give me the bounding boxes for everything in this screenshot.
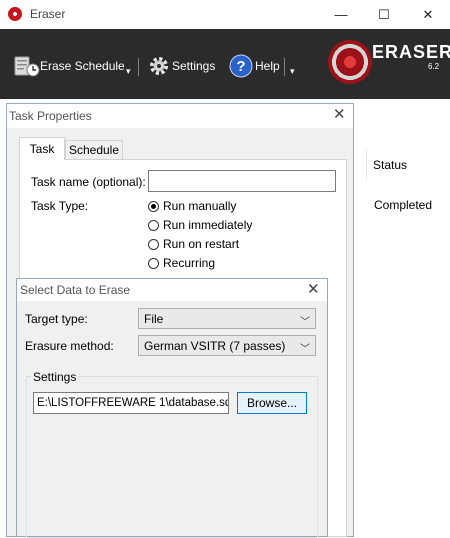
target-type-label: Target type: xyxy=(25,312,88,326)
eraser-logo-version: 6.2 xyxy=(428,62,440,71)
task-dialog-titlebar: Task Properties ✕ xyxy=(7,104,353,128)
erasure-method-label: Erasure method: xyxy=(25,339,114,353)
maximize-button[interactable]: ☐ xyxy=(361,0,407,29)
task-type-label: Task Type: xyxy=(31,199,89,213)
help-label: Help xyxy=(255,59,280,73)
radio-label: Recurring xyxy=(163,256,216,270)
radio-selected-icon[interactable] xyxy=(148,200,159,212)
target-type-value: File xyxy=(144,311,164,326)
erase-schedule-icon xyxy=(14,56,40,77)
erasure-method-select[interactable]: German VSITR (7 passes) ﹀ xyxy=(138,335,316,356)
data-dialog-title: Select Data to Erase xyxy=(20,283,131,297)
toolbar-separator xyxy=(284,58,285,76)
main-titlebar: Eraser — ☐ ✕ xyxy=(0,0,450,29)
status-column-header[interactable]: Status xyxy=(373,158,407,172)
task-name-label: Task name (optional): xyxy=(31,175,146,189)
radio-label: Run immediately xyxy=(163,218,253,232)
tab-task[interactable]: Task xyxy=(19,137,65,160)
help-button[interactable]: ? Help xyxy=(229,54,280,78)
data-dialog-close-icon[interactable]: ✕ xyxy=(307,280,320,298)
settings-button[interactable]: Settings xyxy=(147,54,215,78)
erase-schedule-button[interactable]: Erase Schedule xyxy=(14,54,125,78)
erase-schedule-label: Erase Schedule xyxy=(40,59,125,73)
radio-label: Run on restart xyxy=(163,237,240,251)
toolbar-separator xyxy=(138,58,139,76)
radio-run-on-restart[interactable]: Run on restart xyxy=(148,237,239,251)
data-dialog-titlebar: Select Data to Erase ✕ xyxy=(17,279,327,301)
task-name-input[interactable] xyxy=(148,170,336,192)
column-divider xyxy=(366,150,367,180)
radio-run-manually[interactable]: Run manually xyxy=(148,199,236,213)
radio-label: Run manually xyxy=(163,199,237,213)
close-window-button[interactable]: ✕ xyxy=(405,0,450,29)
chevron-down-icon: ﹀ xyxy=(300,317,310,328)
task-status-value: Completed xyxy=(374,198,433,212)
settings-group-label: Settings xyxy=(31,370,79,384)
radio-icon[interactable] xyxy=(148,257,159,269)
minimize-button[interactable]: — xyxy=(318,0,364,29)
file-path-input[interactable]: E:\LISTOFFREEWARE 1\database.sqlite xyxy=(33,392,229,414)
select-data-dialog: Select Data to Erase ✕ Target type: File… xyxy=(16,278,328,538)
settings-label: Settings xyxy=(172,59,216,73)
browse-button[interactable]: Browse... xyxy=(237,392,307,414)
tab-schedule[interactable]: Schedule xyxy=(65,140,123,160)
gear-icon xyxy=(150,57,168,75)
erase-schedule-dropdown-icon[interactable]: ▾ xyxy=(126,66,131,77)
help-icon: ? xyxy=(229,54,253,78)
help-dropdown-icon[interactable]: ▾ xyxy=(290,66,295,77)
radio-icon[interactable] xyxy=(148,219,159,231)
eraser-logo-icon xyxy=(328,40,372,84)
svg-text:?: ? xyxy=(236,58,245,75)
radio-run-immediately[interactable]: Run immediately xyxy=(148,218,252,232)
erasure-method-value: German VSITR (7 passes) xyxy=(144,338,286,353)
radio-icon[interactable] xyxy=(148,238,159,250)
eraser-app-icon xyxy=(8,7,22,21)
window-title: Eraser xyxy=(30,7,66,21)
radio-recurring[interactable]: Recurring xyxy=(148,256,215,270)
task-dialog-title: Task Properties xyxy=(9,109,92,123)
task-dialog-close-icon[interactable]: ✕ xyxy=(333,105,346,123)
target-type-select[interactable]: File ﹀ xyxy=(138,308,316,329)
eraser-logo-text: ERASER xyxy=(372,42,450,62)
chevron-down-icon: ﹀ xyxy=(300,344,310,355)
